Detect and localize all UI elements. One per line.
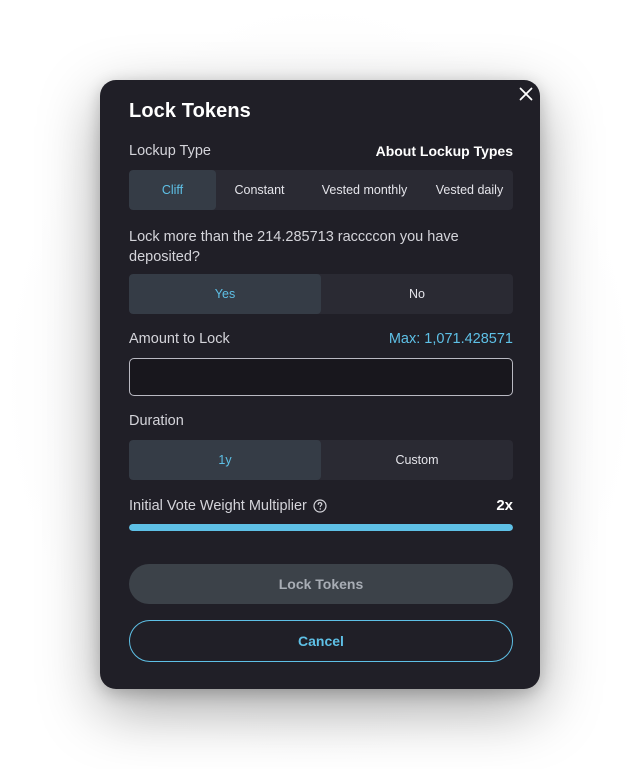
amount-label: Amount to Lock (129, 331, 230, 347)
about-lockup-types-link[interactable]: About Lockup Types (376, 143, 513, 159)
modal-title: Lock Tokens (129, 100, 251, 122)
lockup-option-vested-monthly[interactable]: Vested monthly (303, 170, 426, 210)
lock-more-option-no[interactable]: No (321, 274, 513, 314)
lockup-type-row: Lockup Type About Lockup Types (129, 143, 513, 159)
duration-selector: 1y Custom (129, 440, 513, 480)
lock-more-selector: Yes No (129, 274, 513, 314)
lock-tokens-button[interactable]: Lock Tokens (129, 564, 513, 604)
multiplier-label-group: Initial Vote Weight Multiplier (129, 498, 327, 514)
duration-option-custom[interactable]: Custom (321, 440, 513, 480)
duration-row: Duration (129, 413, 513, 429)
lock-more-option-yes[interactable]: Yes (129, 274, 321, 314)
duration-label: Duration (129, 413, 184, 429)
lockup-type-label: Lockup Type (129, 143, 211, 159)
close-icon (519, 87, 533, 101)
lockup-option-cliff[interactable]: Cliff (129, 170, 216, 210)
amount-input[interactable] (129, 358, 513, 396)
cancel-button[interactable]: Cancel (129, 620, 513, 662)
lock-more-question: Lock more than the 214.285713 raccccon y… (129, 229, 459, 265)
lockup-option-vested-daily[interactable]: Vested daily (426, 170, 513, 210)
lock-tokens-modal: Lock Tokens Lockup Type About Lockup Typ… (100, 80, 540, 689)
multiplier-value: 2x (496, 497, 513, 514)
multiplier-progress-bar (129, 524, 513, 531)
amount-row: Amount to Lock Max: 1,071.428571 (129, 331, 513, 347)
question-circle-icon[interactable] (313, 498, 327, 513)
duration-option-1y[interactable]: 1y (129, 440, 321, 480)
lockup-option-constant[interactable]: Constant (216, 170, 303, 210)
multiplier-row: Initial Vote Weight Multiplier 2x (129, 497, 513, 514)
multiplier-label: Initial Vote Weight Multiplier (129, 497, 307, 514)
lockup-type-selector: Cliff Constant Vested monthly Vested dai… (129, 170, 513, 210)
multiplier-progress-fill (129, 524, 513, 531)
max-amount-link[interactable]: Max: 1,071.428571 (389, 331, 513, 347)
close-button[interactable] (516, 84, 536, 104)
